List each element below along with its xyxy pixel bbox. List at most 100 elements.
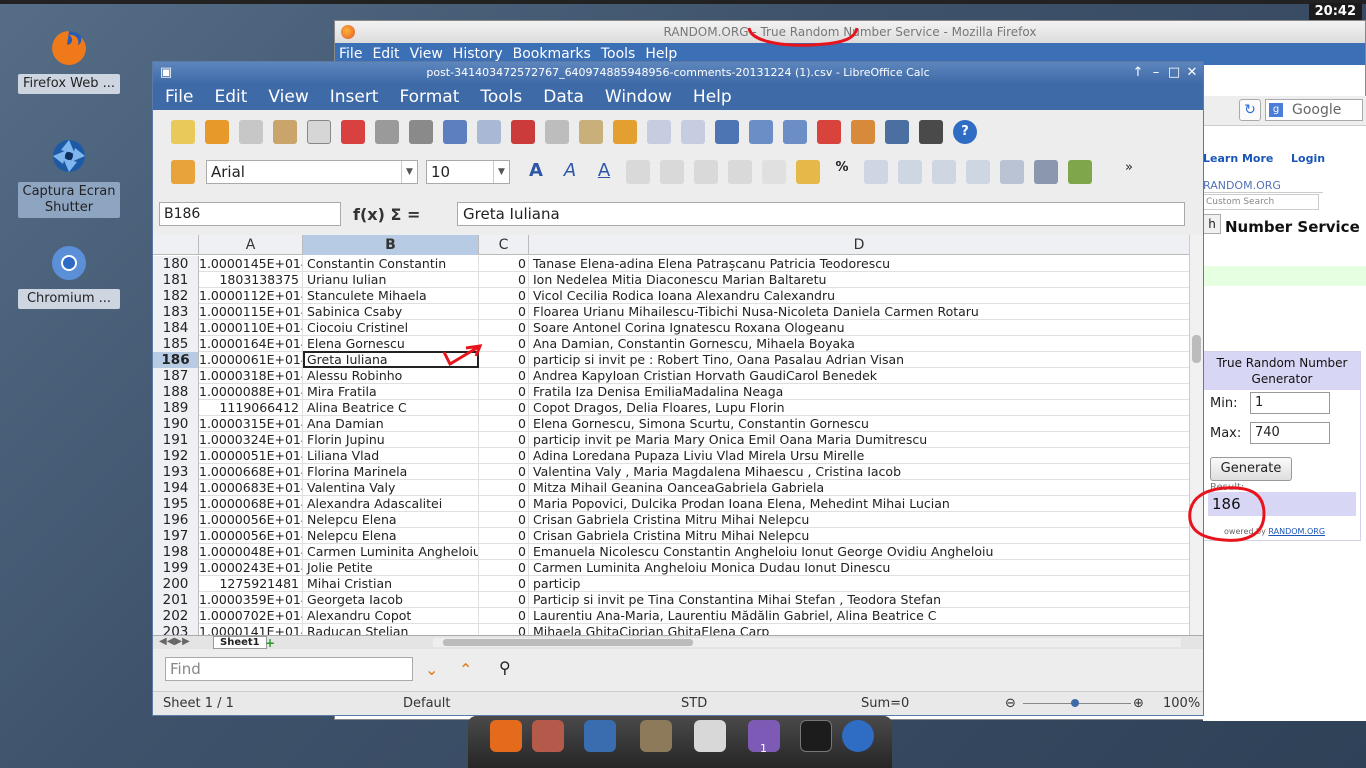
cell-d[interactable]: Mihaela GhitaCiprian GhitaElena Carp xyxy=(529,624,1189,635)
cell-b[interactable]: Stanculete Mihaela xyxy=(303,288,479,304)
sheet-tab[interactable]: Sheet1 xyxy=(213,636,267,649)
row-number[interactable]: 195 xyxy=(153,496,199,512)
close-icon[interactable]: ✕ xyxy=(1183,62,1201,84)
row-number[interactable]: 199 xyxy=(153,560,199,576)
justify-icon[interactable] xyxy=(728,160,752,184)
row-number[interactable]: 185 xyxy=(153,336,199,352)
table-row[interactable]: 182 1.0000112E+014 Stanculete Mihaela 0 Vico… xyxy=(153,288,1189,304)
find-replace-icon[interactable]: ⚲ xyxy=(499,658,511,677)
cell-a[interactable]: 1803138375 xyxy=(199,272,303,288)
up-arrow-icon[interactable]: ↑ xyxy=(1129,62,1147,84)
cell-b[interactable]: Nelepcu Elena xyxy=(303,528,479,544)
redo-icon[interactable] xyxy=(681,120,705,144)
cell-d[interactable]: Crisan Gabriela Cristina Mitru Mihai Nel… xyxy=(529,528,1189,544)
font-size-select[interactable]: 10 ▼ xyxy=(426,160,510,184)
custom-search-input[interactable]: Custom Search xyxy=(1203,194,1319,210)
cell-d[interactable]: Crisan Gabriela Cristina Mitru Mihai Nel… xyxy=(529,512,1189,528)
zoom-level[interactable]: 100% xyxy=(1163,696,1200,711)
cell-a[interactable]: 1.0000115E+014 xyxy=(199,304,303,320)
underline-icon[interactable]: A xyxy=(592,160,616,184)
cell-d[interactable]: Emanuela Nicolescu Constantin Angheloiu … xyxy=(529,544,1189,560)
menu-insert[interactable]: Insert xyxy=(330,87,379,107)
corner-cell[interactable] xyxy=(153,235,199,255)
cell-a[interactable]: 1119066412 xyxy=(199,400,303,416)
table-row[interactable]: 183 1.0000115E+014 Sabinica Csaby 0 Floarea … xyxy=(153,304,1189,320)
sort-ascending-icon[interactable] xyxy=(749,120,773,144)
reload-icon[interactable]: ↻ xyxy=(1239,99,1261,121)
cell-a[interactable]: 1.0000048E+014 xyxy=(199,544,303,560)
cell-b[interactable]: Alina Beatrice C xyxy=(303,400,479,416)
cell-a[interactable]: 1.0000164E+014 xyxy=(199,336,303,352)
table-row[interactable]: 201 1.0000359E+014 Georgeta Iacob 0 Particip… xyxy=(153,592,1189,608)
cell-c[interactable]: 0 xyxy=(479,256,529,272)
cell-c[interactable]: 0 xyxy=(479,464,529,480)
desktop-icon-shutter[interactable]: Captura Ecran Shutter xyxy=(18,136,120,218)
cell-b[interactable]: Ana Damian xyxy=(303,416,479,432)
open-icon[interactable] xyxy=(205,120,229,144)
cell-b[interactable]: Jolie Petite xyxy=(303,560,479,576)
cell-c[interactable]: 0 xyxy=(479,512,529,528)
ff-menu-help[interactable]: Help xyxy=(645,46,677,62)
row-number[interactable]: 183 xyxy=(153,304,199,320)
cell-c[interactable]: 0 xyxy=(479,496,529,512)
column-header-b[interactable]: B xyxy=(303,235,479,255)
cell-d[interactable]: particip si invit pe : Robert Tino, Oana… xyxy=(529,352,1189,368)
cell-a[interactable]: 1.0000061E+014 xyxy=(199,352,303,368)
row-number[interactable]: 180 xyxy=(153,256,199,272)
row-number[interactable]: 201 xyxy=(153,592,199,608)
cell-b[interactable]: Urianu Iulian xyxy=(303,272,479,288)
row-number[interactable]: 189 xyxy=(153,400,199,416)
table-row[interactable]: 190 1.0000315E+014 Ana Damian 0 Elena Gornes… xyxy=(153,416,1189,432)
navigator-icon[interactable] xyxy=(885,120,909,144)
minimize-icon[interactable]: – xyxy=(1147,62,1165,84)
cell-b[interactable]: Carmen Luminita Angheloiu xyxy=(303,544,479,560)
cell-c[interactable]: 0 xyxy=(479,624,529,635)
cell-d[interactable]: Laurentiu Ana-Maria, Laurentiu Mădălin G… xyxy=(529,608,1189,624)
row-number[interactable]: 194 xyxy=(153,480,199,496)
ff-menu-history[interactable]: History xyxy=(453,46,503,62)
cell-d[interactable]: Fratila Iza Denisa EmiliaMadalina Neaga xyxy=(529,384,1189,400)
cell-d[interactable]: Maria Popovici, Dulcika Prodan Ioana Ele… xyxy=(529,496,1189,512)
cell-d[interactable]: Elena Gornescu, Simona Scurtu, Constanti… xyxy=(529,416,1189,432)
row-number[interactable]: 200 xyxy=(153,576,199,592)
row-number[interactable]: 192 xyxy=(153,448,199,464)
cell-b[interactable]: Nelepcu Elena xyxy=(303,512,479,528)
table-row[interactable]: 195 1.0000068E+014 Alexandra Adascalitei 0 M… xyxy=(153,496,1189,512)
vertical-scrollbar[interactable] xyxy=(1189,235,1203,635)
cell-c[interactable]: 0 xyxy=(479,416,529,432)
align-right-icon[interactable] xyxy=(694,160,718,184)
cell-c[interactable]: 0 xyxy=(479,544,529,560)
ff-menu-tools[interactable]: Tools xyxy=(601,46,636,62)
cut-icon[interactable] xyxy=(511,120,535,144)
table-row[interactable]: 199 1.0000243E+014 Jolie Petite 0 Carmen Lum… xyxy=(153,560,1189,576)
desktop-icon-chromium[interactable]: Chromium ... xyxy=(18,243,120,309)
cell-a[interactable]: 1.0000668E+014 xyxy=(199,464,303,480)
cell-b[interactable]: Constantin Constantin xyxy=(303,256,479,272)
cell-c[interactable]: 0 xyxy=(479,480,529,496)
print-icon[interactable] xyxy=(375,120,399,144)
align-left-icon[interactable] xyxy=(626,160,650,184)
find-next-icon[interactable]: ⌄ xyxy=(425,660,438,679)
row-number[interactable]: 197 xyxy=(153,528,199,544)
cell-d[interactable]: Ion Nedelea Mitia Diaconescu Marian Balt… xyxy=(529,272,1189,288)
min-input[interactable]: 1 xyxy=(1250,392,1330,414)
ff-menu-view[interactable]: View xyxy=(410,46,443,62)
cell-a[interactable]: 1275921481 xyxy=(199,576,303,592)
menu-format[interactable]: Format xyxy=(399,87,459,107)
table-row[interactable]: 181 1803138375 Urianu Iulian 0 Ion Nedelea M… xyxy=(153,272,1189,288)
cell-c[interactable]: 0 xyxy=(479,384,529,400)
row-number[interactable]: 184 xyxy=(153,320,199,336)
row-number[interactable]: 187 xyxy=(153,368,199,384)
cell-b[interactable]: Valentina Valy xyxy=(303,480,479,496)
sum-display[interactable]: Sum=0 xyxy=(861,696,909,711)
row-number[interactable]: 182 xyxy=(153,288,199,304)
menu-tools[interactable]: Tools xyxy=(480,87,522,107)
cell-c[interactable]: 0 xyxy=(479,528,529,544)
table-row[interactable]: 194 1.0000683E+014 Valentina Valy 0 Mitza Mi… xyxy=(153,480,1189,496)
cell-c[interactable]: 0 xyxy=(479,272,529,288)
menu-edit[interactable]: Edit xyxy=(214,87,247,107)
table-row[interactable]: 203 1.0000141E+014 Raducan Stelian 0 Mihaela… xyxy=(153,624,1189,635)
cell-d[interactable]: Particip si invit pe Tina Constantina Mi… xyxy=(529,592,1189,608)
cell-a[interactable]: 1.0000318E+014 xyxy=(199,368,303,384)
firefox-dock-icon[interactable] xyxy=(490,720,522,752)
